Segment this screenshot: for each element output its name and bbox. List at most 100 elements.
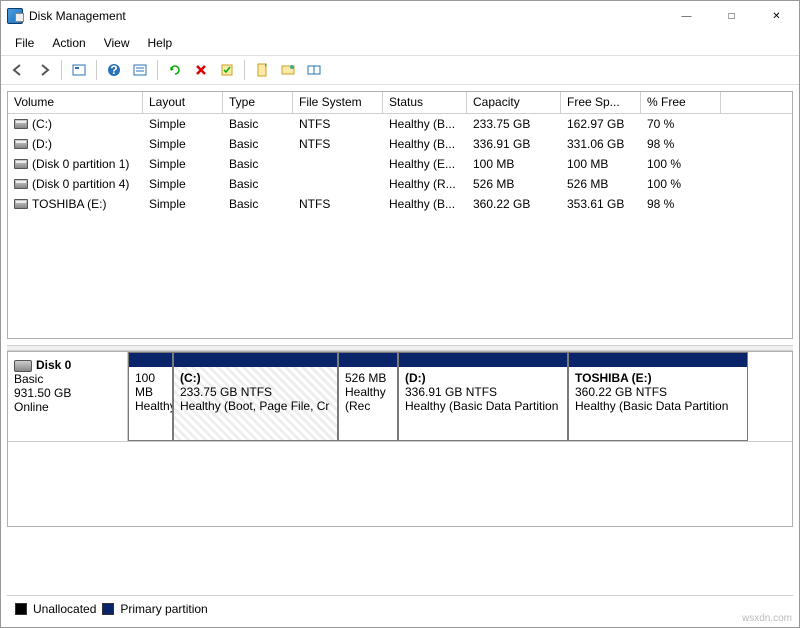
disk-icon <box>14 360 32 372</box>
volume-row[interactable]: (C:)SimpleBasicNTFSHealthy (B...233.75 G… <box>8 114 792 134</box>
layout-icon[interactable] <box>303 59 325 81</box>
titlebar: Disk Management — □ ✕ <box>1 1 799 31</box>
cell-layout: Simple <box>143 135 223 153</box>
legend-unallocated-swatch <box>15 603 27 615</box>
show-hide-tree-button[interactable] <box>68 59 90 81</box>
volume-row[interactable]: TOSHIBA (E:) SimpleBasicNTFSHealthy (B...… <box>8 194 792 214</box>
volume-name: TOSHIBA (E:) <box>32 197 106 211</box>
app-icon <box>7 8 23 24</box>
cell-pct: 98 % <box>641 195 721 213</box>
disk-info: Disk 0 Basic 931.50 GB Online <box>8 352 128 441</box>
disk-management-window: Disk Management — □ ✕ File Action View H… <box>0 0 800 628</box>
drive-icon <box>14 119 28 129</box>
delete-button[interactable] <box>190 59 212 81</box>
minimize-button[interactable]: — <box>664 2 709 31</box>
col-filesystem[interactable]: File System <box>293 92 383 113</box>
col-layout[interactable]: Layout <box>143 92 223 113</box>
forward-button[interactable] <box>33 59 55 81</box>
cell-status: Healthy (B... <box>383 135 467 153</box>
volume-icon[interactable] <box>277 59 299 81</box>
cell-capacity: 100 MB <box>467 155 561 173</box>
cell-pct: 100 % <box>641 155 721 173</box>
volume-list-header: Volume Layout Type File System Status Ca… <box>8 92 792 114</box>
partition-label: (C:) <box>180 371 201 385</box>
partition[interactable]: (C:)233.75 GB NTFSHealthy (Boot, Page Fi… <box>173 352 338 441</box>
apply-button[interactable] <box>216 59 238 81</box>
partitions: 100 MBHealthy(C:)233.75 GB NTFSHealthy (… <box>128 352 792 441</box>
legend-unallocated-label: Unallocated <box>33 602 96 616</box>
menu-help[interactable]: Help <box>140 33 181 53</box>
partition-size: 336.91 GB NTFS <box>405 385 497 399</box>
partition-label: (D:) <box>405 371 426 385</box>
cell-status: Healthy (B... <box>383 195 467 213</box>
partition[interactable]: (D:)336.91 GB NTFSHealthy (Basic Data Pa… <box>398 352 568 441</box>
help-button[interactable]: ? <box>103 59 125 81</box>
volume-row[interactable]: (Disk 0 partition 1)SimpleBasicHealthy (… <box>8 154 792 174</box>
menu-view[interactable]: View <box>96 33 138 53</box>
col-status[interactable]: Status <box>383 92 467 113</box>
cell-status: Healthy (E... <box>383 155 467 173</box>
partition-size: 100 MB <box>135 371 155 399</box>
col-capacity[interactable]: Capacity <box>467 92 561 113</box>
cell-capacity: 526 MB <box>467 175 561 193</box>
col-volume[interactable]: Volume <box>8 92 143 113</box>
partition-stripe <box>399 353 567 367</box>
drive-icon <box>14 179 28 189</box>
cell-free: 331.06 GB <box>561 135 641 153</box>
partition-stripe <box>339 353 397 367</box>
menu-file[interactable]: File <box>7 33 42 53</box>
volume-list[interactable]: Volume Layout Type File System Status Ca… <box>7 91 793 339</box>
cell-capacity: 336.91 GB <box>467 135 561 153</box>
refresh-button[interactable] <box>164 59 186 81</box>
partition-status: Healthy (Rec <box>345 385 386 413</box>
volume-row[interactable]: (Disk 0 partition 4)SimpleBasicHealthy (… <box>8 174 792 194</box>
drive-icon <box>14 199 28 209</box>
disk-status: Online <box>14 400 121 414</box>
cell-capacity: 233.75 GB <box>467 115 561 133</box>
cell-free: 162.97 GB <box>561 115 641 133</box>
col-pctfree[interactable]: % Free <box>641 92 721 113</box>
legend-primary-swatch <box>102 603 114 615</box>
new-icon[interactable] <box>251 59 273 81</box>
disk-type: Basic <box>14 372 121 386</box>
partition-size: 526 MB <box>345 371 386 385</box>
partition[interactable]: 100 MBHealthy <box>128 352 173 441</box>
maximize-button[interactable]: □ <box>709 2 754 31</box>
menubar: File Action View Help <box>1 31 799 56</box>
window-title: Disk Management <box>29 9 664 23</box>
cell-type: Basic <box>223 175 293 193</box>
cell-pct: 98 % <box>641 135 721 153</box>
volume-row[interactable]: (D:)SimpleBasicNTFSHealthy (B...336.91 G… <box>8 134 792 154</box>
cell-fs: NTFS <box>293 115 383 133</box>
legend: Unallocated Primary partition <box>7 595 793 621</box>
col-type[interactable]: Type <box>223 92 293 113</box>
cell-layout: Simple <box>143 195 223 213</box>
cell-type: Basic <box>223 195 293 213</box>
volume-name: (Disk 0 partition 4) <box>32 177 129 191</box>
disk-graph-view: Disk 0 Basic 931.50 GB Online 100 MBHeal… <box>7 351 793 527</box>
watermark: wsxdn.com <box>742 613 792 624</box>
cell-pct: 70 % <box>641 115 721 133</box>
disk-size: 931.50 GB <box>14 386 121 400</box>
cell-pct: 100 % <box>641 175 721 193</box>
toolbar: ? <box>1 56 799 85</box>
partition-size: 360.22 GB NTFS <box>575 385 667 399</box>
col-freespace[interactable]: Free Sp... <box>561 92 641 113</box>
drive-icon <box>14 139 28 149</box>
cell-capacity: 360.22 GB <box>467 195 561 213</box>
properties-button[interactable] <box>129 59 151 81</box>
close-button[interactable]: ✕ <box>754 2 799 31</box>
menu-action[interactable]: Action <box>44 33 93 53</box>
legend-primary-label: Primary partition <box>120 602 207 616</box>
cell-type: Basic <box>223 115 293 133</box>
partition-size: 233.75 GB NTFS <box>180 385 272 399</box>
partition[interactable]: 526 MBHealthy (Rec <box>338 352 398 441</box>
cell-fs <box>293 182 383 186</box>
cell-fs: NTFS <box>293 195 383 213</box>
svg-text:?: ? <box>110 63 117 77</box>
partition-stripe <box>174 353 337 367</box>
partition[interactable]: TOSHIBA (E:)360.22 GB NTFSHealthy (Basic… <box>568 352 748 441</box>
partition-stripe <box>569 353 747 367</box>
back-button[interactable] <box>7 59 29 81</box>
disk-row[interactable]: Disk 0 Basic 931.50 GB Online 100 MBHeal… <box>8 352 792 442</box>
